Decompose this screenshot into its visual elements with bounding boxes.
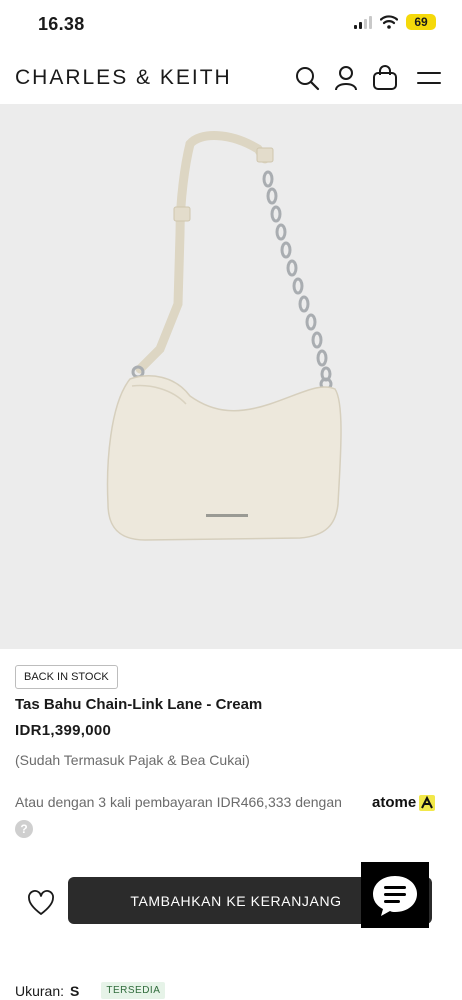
status-time: 16.38 (38, 14, 85, 34)
stock-badge: BACK IN STOCK (15, 665, 118, 689)
chat-button[interactable] (361, 862, 429, 928)
availability-badge: TERSEDIA (101, 982, 166, 999)
tax-note: (Sudah Termasuk Pajak & Bea Cukai) (15, 752, 250, 768)
account-icon[interactable] (332, 64, 360, 92)
installment-text: Atau dengan 3 kali pembayaran IDR466,333… (15, 794, 342, 810)
battery-indicator: 69 (406, 14, 436, 30)
size-row: Ukuran: S TERSEDIA (15, 982, 166, 999)
search-icon[interactable] (293, 64, 321, 92)
chat-icon (373, 876, 417, 916)
product-image[interactable] (0, 104, 462, 649)
status-icons: 69 (354, 14, 436, 30)
heart-icon[interactable] (27, 890, 55, 916)
wifi-icon (380, 15, 398, 29)
shoulder-bag-image (106, 131, 342, 541)
status-bar: 16.38 69 (0, 0, 462, 52)
size-label: Ukuran: (15, 982, 65, 999)
atome-label: atome (372, 794, 417, 811)
product-price: IDR1,399,000 (15, 722, 112, 739)
size-value[interactable]: S (70, 983, 79, 999)
add-to-cart-label: TAMBAHKAN KE KERANJANG (130, 892, 342, 909)
product-title: Tas Bahu Chain-Link Lane - Cream (15, 696, 263, 713)
menu-icon[interactable] (415, 64, 443, 92)
help-icon[interactable]: ? (15, 820, 33, 838)
signal-icon (354, 15, 372, 29)
atome-link[interactable]: atome (372, 794, 436, 811)
app-header: CHARLES & KEITH (0, 52, 462, 104)
brand-logo[interactable]: CHARLES & KEITH (15, 66, 232, 90)
shopping-bag-icon[interactable] (371, 64, 399, 92)
atome-logo-icon (419, 794, 436, 811)
